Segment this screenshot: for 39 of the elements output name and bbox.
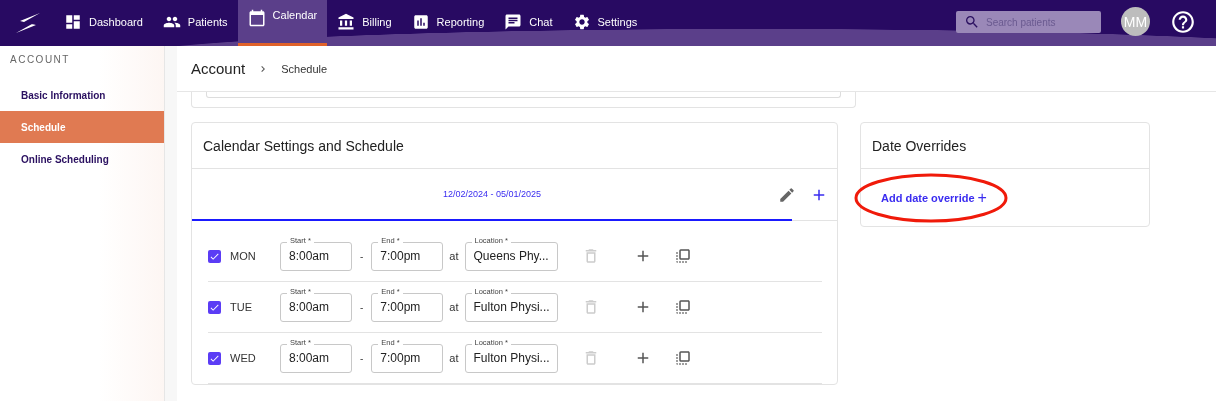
- day-label: WED: [230, 352, 257, 364]
- nav-tab[interactable]: Patients: [152, 0, 238, 46]
- breadcrumb-current: Schedule: [281, 62, 328, 75]
- bar-chart-icon: [411, 12, 430, 31]
- at-label: at: [449, 301, 459, 313]
- nav-tab[interactable]: Dashboard: [54, 0, 153, 46]
- day-label: TUE: [230, 301, 253, 313]
- nav-tab[interactable]: Chat: [494, 0, 563, 46]
- at-label: at: [449, 352, 459, 364]
- nav-tab[interactable]: Reporting: [401, 0, 495, 46]
- copy-icon[interactable]: [673, 349, 692, 367]
- day-checkbox[interactable]: [208, 300, 221, 314]
- sidebar-heading: ACCOUNT: [9, 54, 71, 65]
- copy-icon[interactable]: [673, 247, 692, 265]
- nav-tab[interactable]: Billing: [327, 0, 402, 46]
- search-icon: [964, 14, 980, 30]
- nav-tab[interactable]: Settings: [562, 0, 648, 46]
- dash-separator: -: [360, 301, 364, 313]
- card-title: Date Overrides: [861, 123, 1149, 169]
- dash-separator: -: [360, 352, 364, 364]
- sidebar-item[interactable]: Basic Information: [0, 79, 164, 111]
- sidebar-item[interactable]: Online Scheduling: [0, 143, 164, 175]
- day-checkbox[interactable]: [208, 351, 221, 365]
- settings-icon: [572, 12, 591, 31]
- bank-icon: [337, 12, 356, 31]
- day-label: MON: [230, 250, 257, 262]
- calendar-icon: [247, 9, 266, 27]
- copy-icon[interactable]: [673, 298, 692, 316]
- dashboard-icon: [64, 12, 82, 31]
- nav-tab[interactable]: Calendar: [237, 0, 328, 46]
- card-title: Calendar Settings and Schedule: [192, 123, 837, 169]
- breadcrumb-title[interactable]: Account: [191, 60, 246, 77]
- help-icon[interactable]: [1170, 9, 1196, 35]
- chat-icon: [504, 12, 523, 31]
- edit-icon[interactable]: [778, 185, 796, 204]
- day-checkbox[interactable]: [208, 249, 221, 263]
- dash-separator: -: [360, 250, 364, 262]
- date-range-tab[interactable]: 12/02/2024 - 05/01/2025: [192, 168, 792, 221]
- at-label: at: [449, 250, 459, 262]
